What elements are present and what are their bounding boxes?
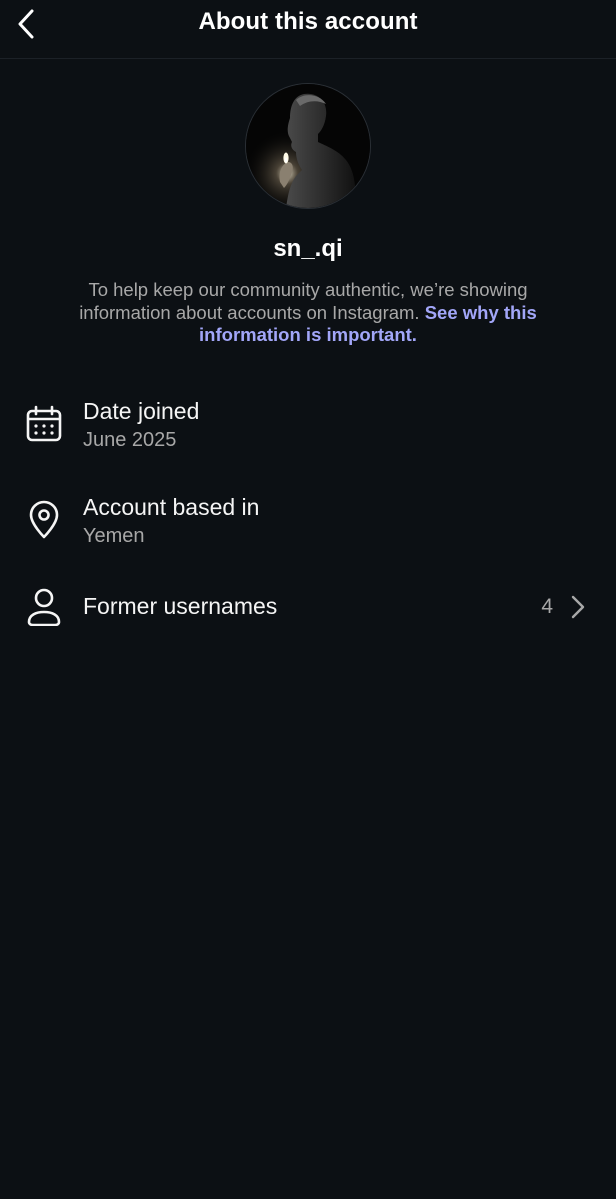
authenticity-notice: To help keep our community authentic, we… (50, 279, 566, 347)
account-based-in-row: Account based in Yemen (0, 492, 616, 556)
location-pin-icon (22, 498, 66, 542)
former-usernames-row[interactable]: Former usernames 4 (0, 580, 616, 634)
row-title: Former usernames (83, 593, 278, 619)
avatar (245, 83, 371, 209)
username: sn_.qi (273, 235, 343, 262)
date-joined-row: Date joined June 2025 (0, 396, 616, 460)
row-title: Account based in (83, 494, 260, 520)
row-value: June 2025 (83, 429, 177, 451)
chevron-right-icon (571, 595, 585, 619)
calendar-icon (22, 402, 66, 446)
former-usernames-count: 4 (541, 595, 553, 618)
person-icon (22, 584, 66, 628)
row-title: Date joined (83, 398, 200, 424)
page-title: About this account (198, 8, 418, 35)
row-value: Yemen (83, 525, 145, 547)
top-nav-bar: About this account (0, 0, 616, 59)
